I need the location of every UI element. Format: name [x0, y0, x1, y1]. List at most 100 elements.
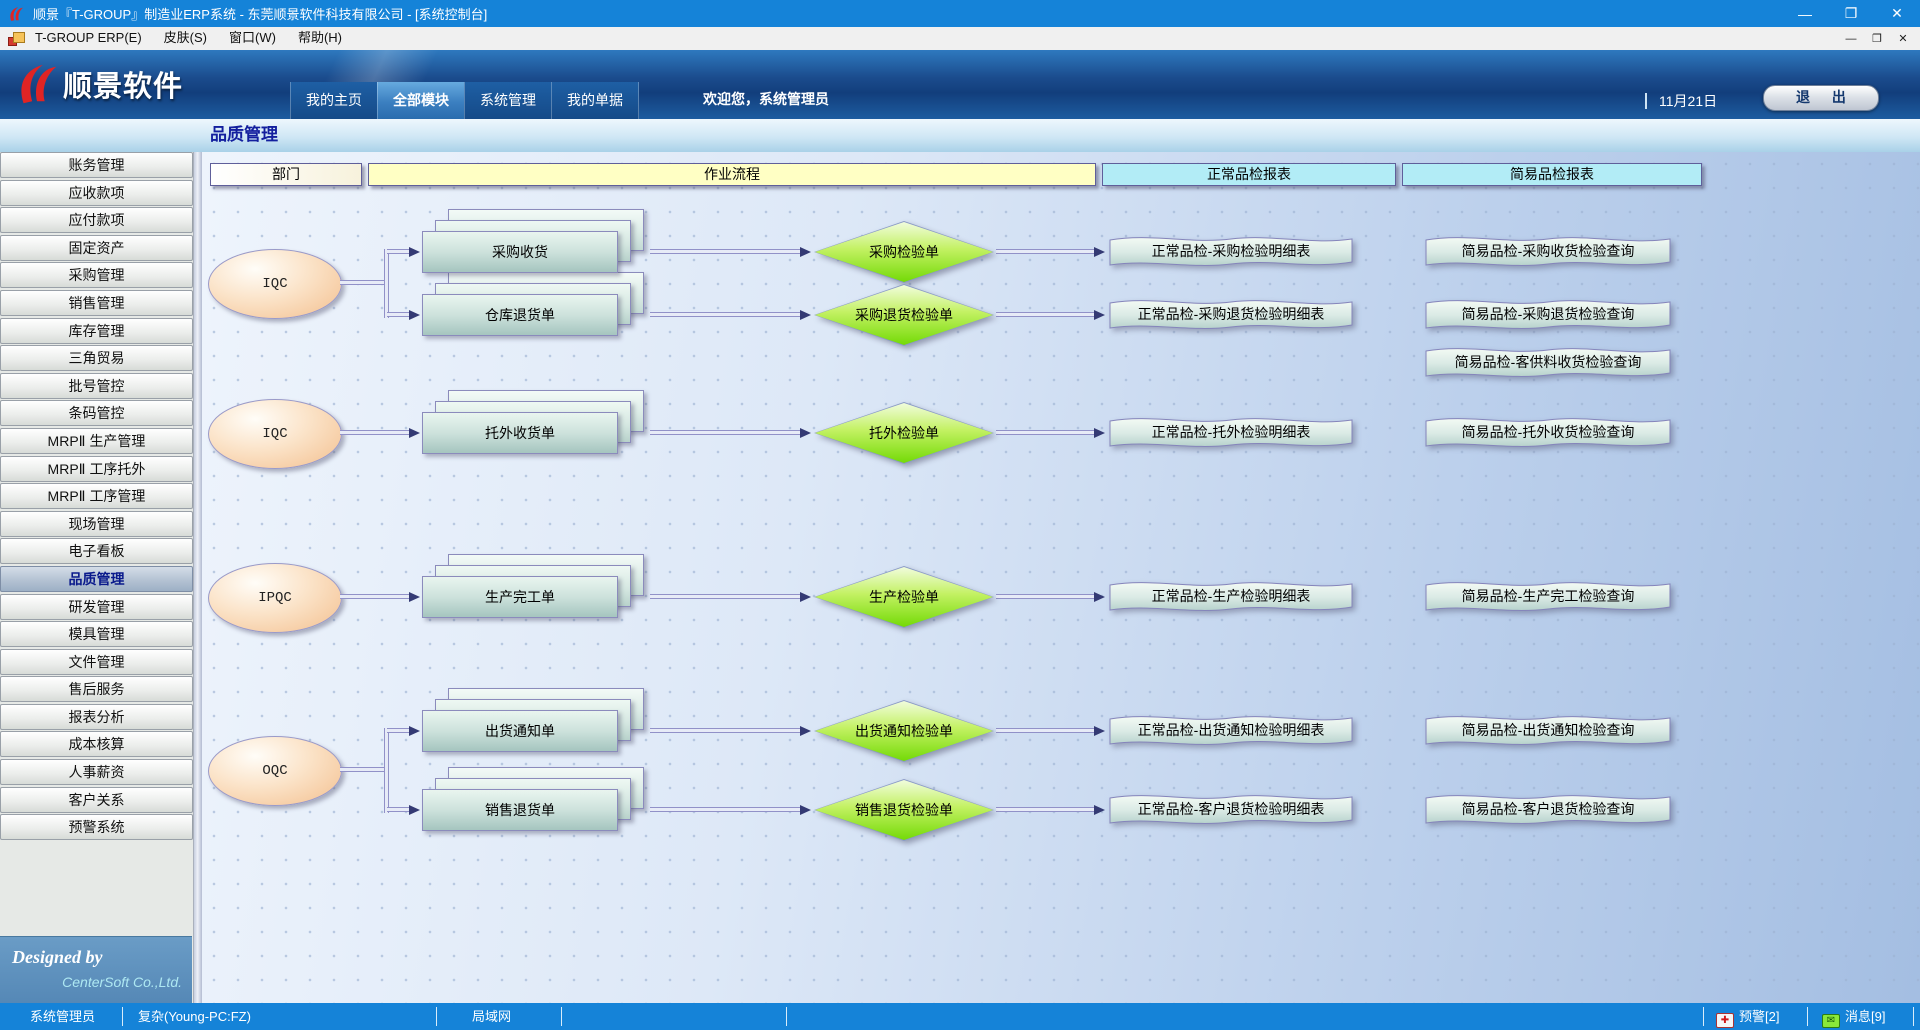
flow-connector [384, 728, 389, 813]
status-message[interactable]: ✉消息[9] [1822, 1003, 1885, 1030]
sidebar-item-quality[interactable]: 品质管理 [0, 566, 193, 592]
sidebar-item-mold[interactable]: 模具管理 [0, 621, 193, 647]
sidebar-item-mrp2-production[interactable]: MRPⅡ 生产管理 [0, 428, 193, 454]
tab-my-documents[interactable]: 我的单据 [551, 82, 639, 119]
dept-ellipse-ipqc: IPQC [208, 563, 342, 633]
app-header: 顺景软件 我的主页 全部模块 系统管理 我的单据 欢迎您，系统管理员 11月21… [0, 50, 1920, 119]
sidebar-item-report-analysis[interactable]: 报表分析 [0, 704, 193, 730]
report-simple-production-completion[interactable]: 简易品检-生产完工检验查询 [1424, 577, 1672, 617]
sidebar-item-mrp2-outsourcing[interactable]: MRPⅡ 工序托外 [0, 456, 193, 482]
report-simple-purchase-return[interactable]: 简易品检-采购退货检验查询 [1424, 295, 1672, 335]
sidebar-item-lot-control[interactable]: 批号管控 [0, 373, 193, 399]
status-user: 系统管理员 [30, 1003, 95, 1030]
first-aid-icon: ✚ [1716, 1013, 1734, 1028]
report-normal-purchase[interactable]: 正常品检-采购检验明细表 [1108, 232, 1354, 272]
flow-connector [996, 430, 1094, 435]
flow-arrowhead [800, 310, 811, 320]
inspection-outsource[interactable]: 托外检验单 [814, 402, 994, 464]
sidebar-item-mrp2-process[interactable]: MRPⅡ 工序管理 [0, 483, 193, 509]
doc-label[interactable]: 仓库退货单 [422, 294, 618, 336]
doc-label[interactable]: 销售退货单 [422, 789, 618, 831]
sidebar-item-payables[interactable]: 应付款项 [0, 207, 193, 233]
close-button[interactable]: ✕ [1874, 0, 1920, 27]
report-normal-purchase-return[interactable]: 正常品检-采购退货检验明细表 [1108, 295, 1354, 335]
doc-warehouse-return[interactable]: 仓库退货单 [422, 294, 618, 336]
doc-label[interactable]: 出货通知单 [422, 710, 618, 752]
form-icon [8, 32, 24, 45]
sidebar-item-costing[interactable]: 成本核算 [0, 731, 193, 757]
report-simple-customer-return[interactable]: 简易品检-客户退货检验查询 [1424, 790, 1672, 830]
flow-arrowhead [409, 247, 420, 257]
flow-arrowhead [800, 592, 811, 602]
tab-all-modules[interactable]: 全部模块 [377, 82, 464, 119]
sidebar-item-receivables[interactable]: 应收款项 [0, 180, 193, 206]
flow-arrowhead [800, 805, 811, 815]
sidebar-item-alert-system[interactable]: 预警系统 [0, 814, 193, 840]
report-normal-shipping-notice[interactable]: 正常品检-出货通知检验明细表 [1108, 711, 1354, 751]
sidebar-item-eboard[interactable]: 电子看板 [0, 538, 193, 564]
nav-tabs: 我的主页 全部模块 系统管理 我的单据 [290, 82, 639, 119]
inspection-sales-return[interactable]: 销售退货检验单 [814, 779, 994, 841]
flow-arrowhead [409, 310, 420, 320]
sidebar-item-after-sales[interactable]: 售后服务 [0, 676, 193, 702]
menu-help[interactable]: 帮助(H) [287, 27, 353, 50]
sidebar-item-documents[interactable]: 文件管理 [0, 649, 193, 675]
sidebar-item-crm[interactable]: 客户关系 [0, 787, 193, 813]
module-sidebar: 账务管理 应收款项 应付款项 固定资产 采购管理 销售管理 库存管理 三角贸易 … [0, 152, 194, 1003]
sidebar-item-fixed-assets[interactable]: 固定资产 [0, 235, 193, 261]
flow-arrowhead [409, 592, 420, 602]
flow-connector [996, 312, 1094, 317]
doc-purchase-receipt[interactable]: 采购收货 [422, 231, 618, 273]
report-normal-outsource[interactable]: 正常品检-托外检验明细表 [1108, 413, 1354, 453]
sidebar-item-shopfloor[interactable]: 现场管理 [0, 511, 193, 537]
mdi-restore-button[interactable]: ❐ [1866, 29, 1888, 48]
mdi-minimize-button[interactable]: — [1840, 29, 1862, 48]
tab-system-mgmt[interactable]: 系统管理 [464, 82, 551, 119]
report-simple-purchase-receipt[interactable]: 简易品检-采购收货检验查询 [1424, 232, 1672, 272]
doc-production-completion[interactable]: 生产完工单 [422, 576, 618, 618]
mdi-close-button[interactable]: ✕ [1892, 29, 1914, 48]
flow-connector [996, 249, 1094, 254]
doc-shipping-notice[interactable]: 出货通知单 [422, 710, 618, 752]
flow-arrowhead [800, 247, 811, 257]
minimize-button[interactable]: — [1782, 0, 1828, 27]
sidebar-item-sales[interactable]: 销售管理 [0, 290, 193, 316]
inspection-purchase[interactable]: 采购检验单 [814, 221, 994, 283]
message-label[interactable]: 消息[9] [1845, 1009, 1885, 1024]
doc-sales-return[interactable]: 销售退货单 [422, 789, 618, 831]
inspection-shipping-notice[interactable]: 出货通知检验单 [814, 700, 994, 762]
menu-tgroup-erp[interactable]: T-GROUP ERP(E) [24, 27, 153, 50]
alert-label[interactable]: 预警[2] [1739, 1009, 1779, 1024]
status-alert[interactable]: ✚ 预警[2] [1716, 1003, 1779, 1030]
doc-label[interactable]: 采购收货 [422, 231, 618, 273]
menu-skin[interactable]: 皮肤(S) [153, 27, 218, 50]
doc-outsource-receipt[interactable]: 托外收货单 [422, 412, 618, 454]
report-normal-customer-return[interactable]: 正常品检-客户退货检验明细表 [1108, 790, 1354, 830]
flow-arrowhead [1094, 805, 1105, 815]
sidebar-item-inventory[interactable]: 库存管理 [0, 318, 193, 344]
tab-my-home[interactable]: 我的主页 [290, 82, 377, 119]
sidebar-item-triangle-trade[interactable]: 三角贸易 [0, 345, 193, 371]
column-header-normal-reports: 正常品检报表 [1102, 163, 1396, 186]
sidebar-item-purchasing[interactable]: 采购管理 [0, 262, 193, 288]
sidebar-item-rnd[interactable]: 研发管理 [0, 594, 193, 620]
report-simple-shipping-notice[interactable]: 简易品检-出货通知检验查询 [1424, 711, 1672, 751]
restore-button[interactable]: ❐ [1828, 0, 1874, 27]
report-simple-customer-material[interactable]: 简易品检-客供料收货检验查询 [1424, 343, 1672, 383]
report-normal-production[interactable]: 正常品检-生产检验明细表 [1108, 577, 1354, 617]
exit-button[interactable]: 退 出 [1763, 85, 1879, 111]
doc-label[interactable]: 生产完工单 [422, 576, 618, 618]
sidebar-splitter[interactable] [194, 152, 202, 1003]
inspection-production[interactable]: 生产检验单 [814, 566, 994, 628]
flow-arrowhead [1094, 247, 1105, 257]
sidebar-item-barcode-control[interactable]: 条码管控 [0, 400, 193, 426]
report-simple-outsource-receipt[interactable]: 简易品检-托外收货检验查询 [1424, 413, 1672, 453]
doc-label[interactable]: 托外收货单 [422, 412, 618, 454]
menu-window[interactable]: 窗口(W) [218, 27, 287, 50]
inspection-purchase-return[interactable]: 采购退货检验单 [814, 284, 994, 346]
sidebar-item-accounting[interactable]: 账务管理 [0, 152, 193, 178]
sidebar-item-hr-payroll[interactable]: 人事薪资 [0, 759, 193, 785]
brand-swoosh-icon [14, 59, 60, 109]
header-date: 11月21日 [1645, 93, 1717, 109]
statusbar: 系统管理员 复杂(Young-PC:FZ) 局域网 ✚预警[2] ✉消息[9] [0, 1003, 1920, 1030]
